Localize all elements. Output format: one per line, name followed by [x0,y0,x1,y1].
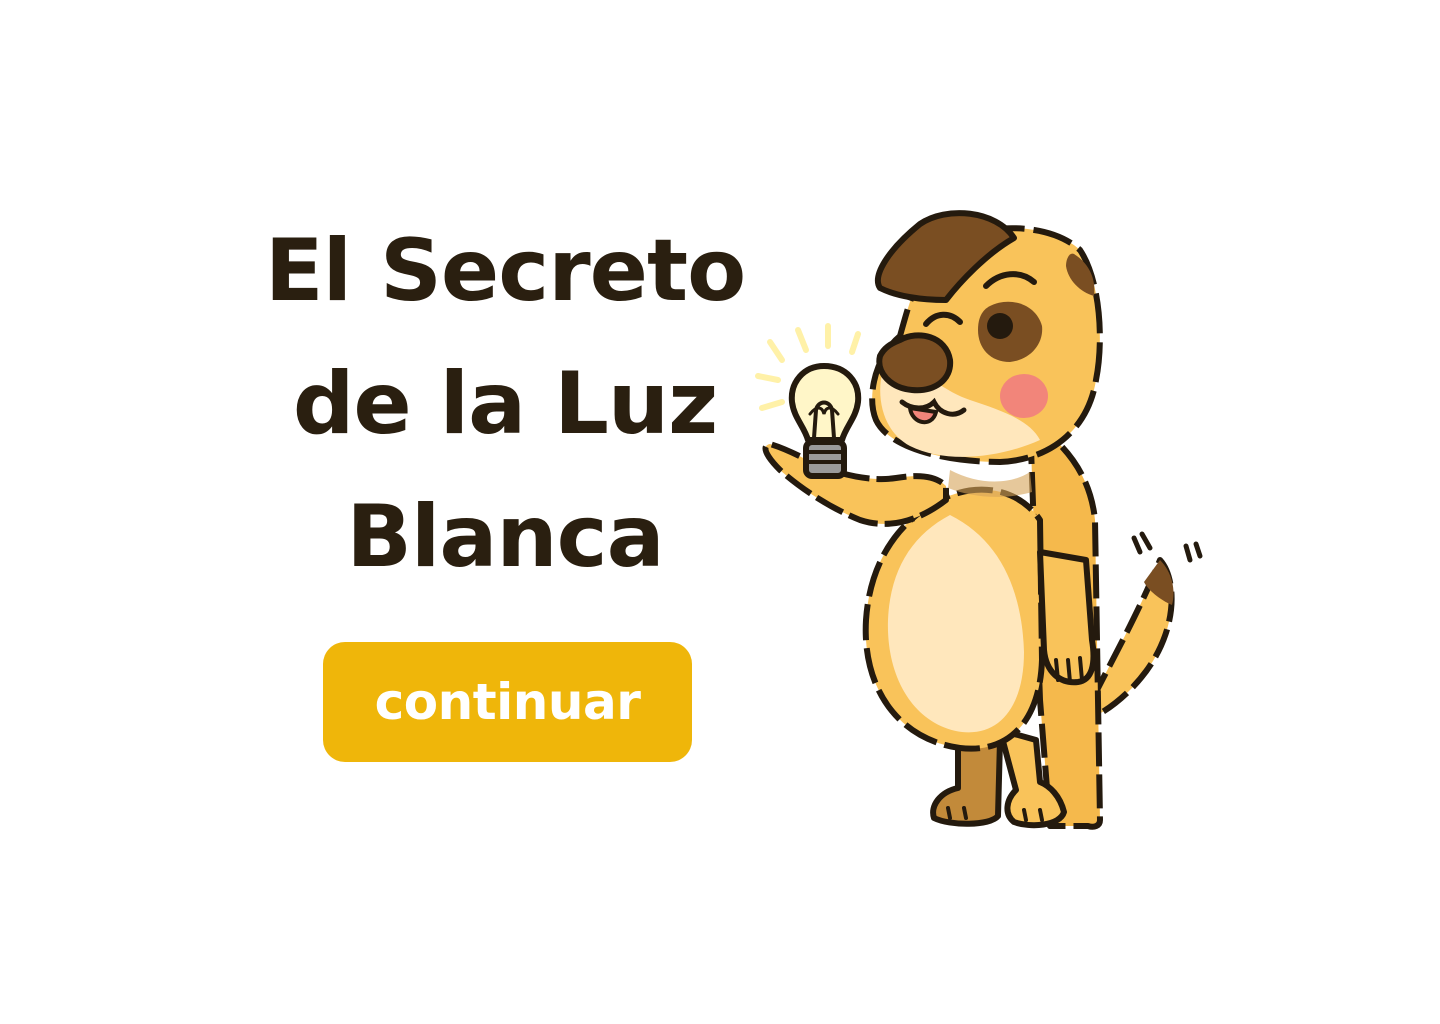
continue-button[interactable]: continuar [323,642,692,762]
title-line-1: El Secreto [264,221,746,321]
dog-cheek [1000,374,1048,418]
screen: El Secreto de la Luz Blanca continuar [0,0,1440,1024]
page-title: El Secreto de la Luz Blanca [200,205,810,604]
dog-nose [876,332,954,394]
dog-tail [1089,557,1175,719]
dog-holding-lightbulb-illustration [755,210,1203,830]
dog-raised-arm [762,441,949,527]
dog-eye-open [987,313,1013,339]
title-line-2: de la Luz [292,354,718,454]
tail-motion-marks [1131,531,1203,563]
title-line-3: Blanca [346,487,664,587]
